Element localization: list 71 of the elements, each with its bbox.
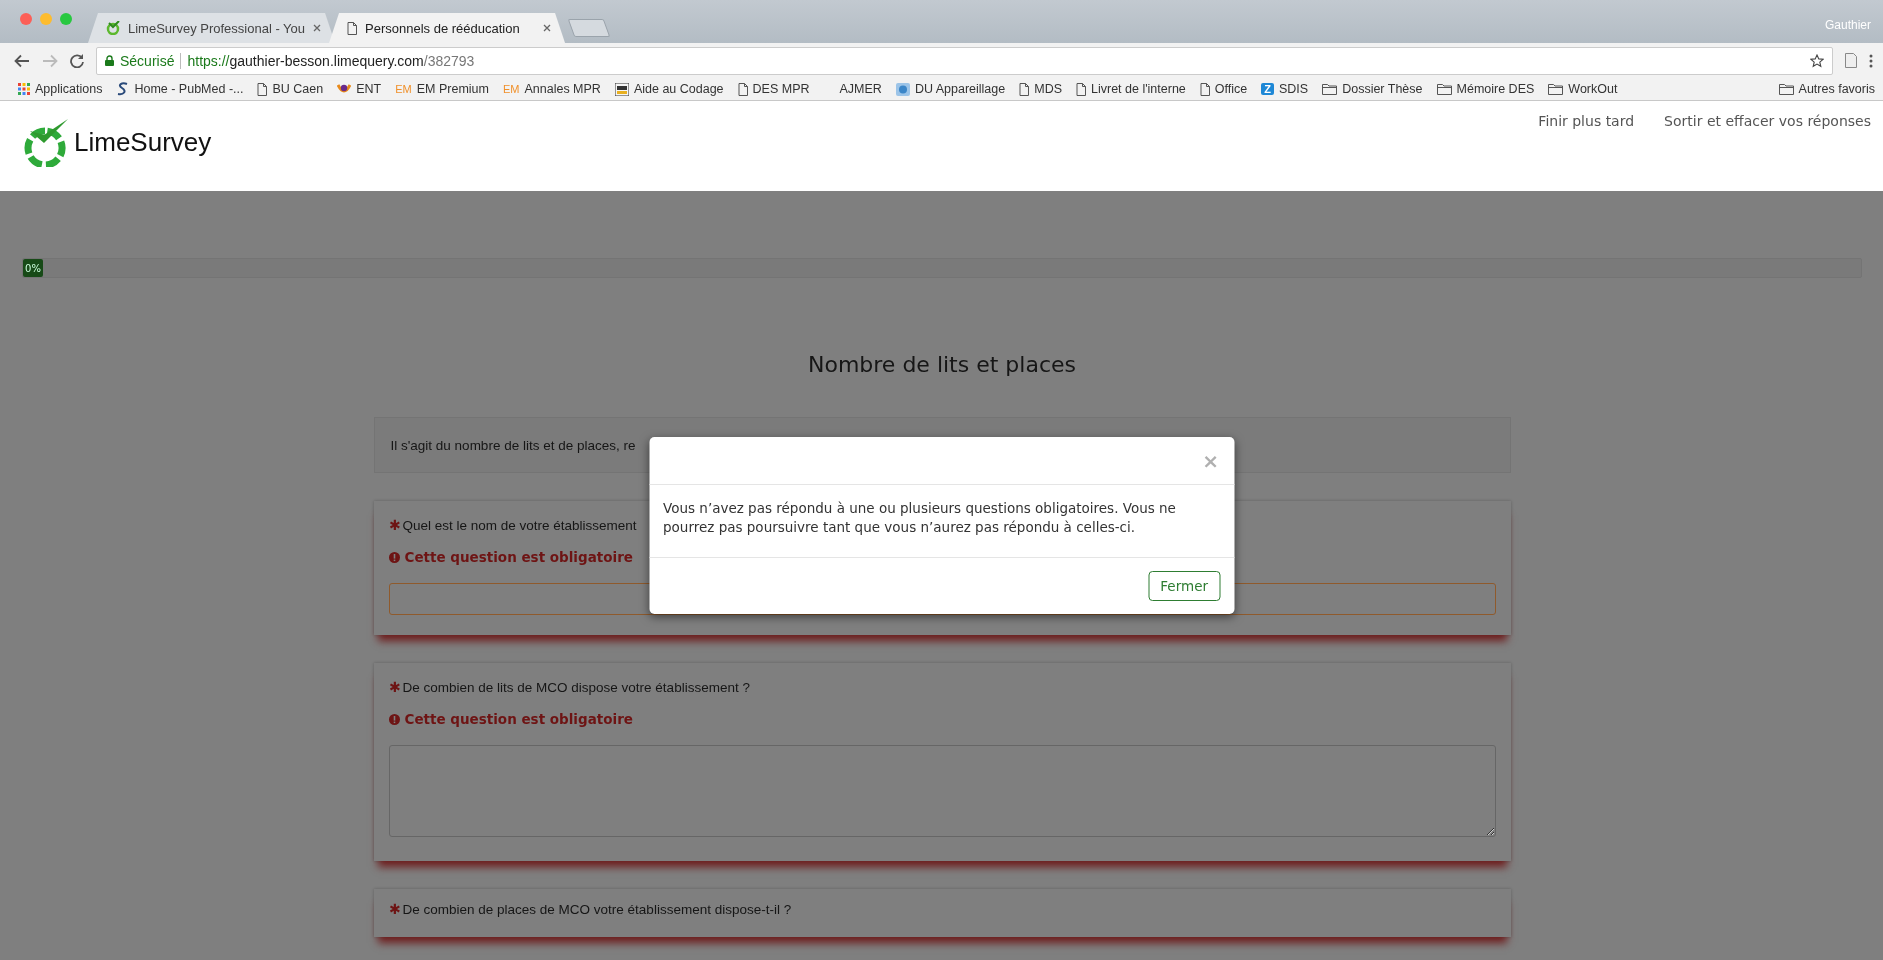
close-icon[interactable]	[313, 24, 322, 32]
required-mark: ✱	[388, 517, 401, 533]
progress-fill: 0%	[23, 259, 43, 277]
folder-icon	[1548, 83, 1564, 95]
description-text: Il s'agit du nombre de lits et de places, re	[390, 437, 636, 453]
new-tab-button[interactable]	[567, 19, 611, 37]
page-icon	[737, 82, 748, 96]
browser-tab[interactable]: Personnels de rééducation	[329, 13, 566, 43]
bookmark[interactable]: BU Caen	[257, 82, 324, 96]
question-text: De combien de lits de MCO dispose votre établissement ?	[402, 679, 750, 695]
header-link[interactable]: Finir plus tard	[1538, 113, 1635, 129]
folder-icon	[1322, 83, 1338, 95]
bookmark[interactable]: EM EM Premium	[395, 82, 489, 96]
reload-icon[interactable]	[70, 53, 84, 68]
page-icon	[1199, 82, 1210, 96]
folder-icon	[1436, 83, 1452, 95]
group-title: Nombre de lits et places	[807, 352, 1077, 377]
required-mark: ✱	[388, 679, 401, 695]
exclamation-circle-icon	[388, 551, 400, 563]
bookmark[interactable]: DES MPR	[737, 82, 810, 96]
bookmark[interactable]: MDS	[1019, 82, 1062, 96]
page-icon	[257, 82, 268, 96]
lime-logo-icon	[106, 21, 120, 35]
bookmark[interactable]: Z SDIS	[1261, 82, 1309, 96]
bookmark[interactable]: Home - PubMed -...	[116, 82, 244, 96]
bookmark[interactable]: Aide au Codage	[614, 82, 724, 96]
page-icon	[1019, 82, 1030, 96]
bookmark[interactable]: EM Annales MPR	[502, 82, 601, 96]
bookmark-prefix: EM	[395, 83, 412, 95]
error-message: Cette question est obligatoire	[404, 549, 633, 565]
bookmark[interactable]: Dossier Thèse	[1322, 82, 1423, 96]
secure-label: Sécurisé	[120, 52, 182, 69]
window-control-icon[interactable]	[20, 12, 32, 25]
question-text: De combien de places de MCO votre établissement dispose-t-il ?	[402, 901, 792, 917]
swirl-icon	[116, 82, 130, 96]
bookmark[interactable]: Livret de l'interne	[1076, 82, 1186, 96]
apps-icon	[18, 83, 30, 95]
page-icon	[1076, 82, 1086, 96]
error-message: Cette question est obligatoire	[404, 711, 633, 727]
logo-text: LimeSurvey	[74, 126, 212, 158]
close-dialog-button[interactable]: Fermer	[1148, 571, 1220, 601]
aac-icon	[614, 82, 629, 96]
bookmark[interactable]: Autres favoris	[1778, 82, 1875, 96]
tab-title: Personnels de rééducation	[365, 20, 521, 36]
close-icon[interactable]	[543, 24, 552, 32]
bookmark[interactable]: WorkOut	[1548, 82, 1618, 96]
bookmark[interactable]: ENT	[337, 82, 382, 96]
address-bar[interactable]: Sécurisé https://gauthier-besson.limequery.com/382793	[96, 46, 1833, 75]
globe-icon	[895, 82, 910, 96]
bookmark[interactable]: DU Appareillage	[895, 82, 1006, 96]
url-text: https://gauthier-besson.limequery.com/382793	[187, 52, 476, 69]
exclamation-circle-icon	[388, 713, 400, 725]
question-text: Quel est le nom de votre établissement	[402, 517, 637, 533]
page-icon	[347, 21, 358, 35]
bookmark[interactable]: AJMER	[839, 82, 882, 96]
required-mark: ✱	[388, 901, 401, 917]
bookmark-prefix: EM	[502, 83, 520, 95]
forward-icon[interactable]	[42, 53, 58, 68]
tab-title: LimeSurvey Professional - You	[128, 20, 306, 36]
bookmark[interactable]: Mémoire DES	[1436, 82, 1535, 96]
bookmark-badge: Z	[1261, 83, 1274, 95]
lock-icon	[105, 55, 114, 66]
document-icon[interactable]	[1845, 53, 1857, 68]
back-icon[interactable]	[14, 53, 30, 68]
menu-icon[interactable]	[1869, 53, 1873, 68]
bookmark[interactable]: Office	[1199, 82, 1248, 96]
header-link[interactable]: Sortir et effacer vos réponses	[1664, 113, 1871, 129]
star-icon[interactable]	[1810, 53, 1824, 68]
folder-icon	[1778, 83, 1794, 95]
dialog-message: Vous n’avez pas répondu à une ou plusieurs questions obligatoires. Vous ne pourrez pas poursuivre tant que vous n’aurez pas répondu à celles-ci.	[662, 499, 1177, 537]
bookmark[interactable]: Applications	[18, 82, 103, 96]
